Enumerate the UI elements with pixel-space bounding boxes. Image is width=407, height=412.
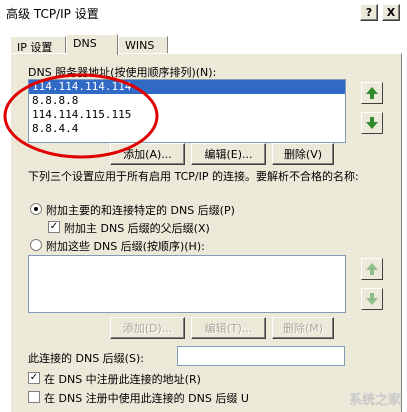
checkbox-parent-suffix[interactable]: ✓ — [48, 221, 60, 233]
dns-server-list-label: DNS 服务器地址(按使用顺序排列)(N): — [28, 66, 217, 79]
list-item[interactable]: 114.114.115.115 — [29, 108, 345, 122]
suffix-move-up-button[interactable] — [361, 258, 383, 280]
list-item[interactable]: 114.114.114.114 — [29, 80, 345, 94]
dns-edit-button[interactable]: 编辑(E)... — [191, 143, 266, 165]
tab-dns[interactable]: DNS — [66, 34, 118, 55]
checkbox-use-suffix-label: 在 DNS 注册中使用此连接的 DNS 后缀 U — [44, 392, 249, 405]
radio-primary-suffix-label: 附加主要的和连接特定的 DNS 后缀(P) — [46, 204, 235, 217]
connection-suffix-input[interactable] — [177, 346, 345, 366]
watermark-logo: 系统之家 — [348, 393, 401, 408]
suffix-edit-button[interactable]: 编辑(T)... — [191, 317, 266, 339]
connection-suffix-label: 此连接的 DNS 后缀(S): — [28, 352, 144, 365]
dns-add-button[interactable]: 添加(A)... — [110, 143, 185, 165]
arrow-down-icon — [366, 117, 378, 129]
checkbox-register-address-label: 在 DNS 中注册此连接的地址(R) — [44, 373, 201, 386]
help-button[interactable]: ? — [360, 4, 378, 21]
suffix-delete-button[interactable]: 删除(M) — [272, 317, 334, 339]
window-title: 高级 TCP/IP 设置 — [6, 7, 99, 21]
radio-these-suffixes[interactable] — [30, 239, 42, 251]
arrow-down-icon — [366, 293, 378, 305]
move-down-button[interactable] — [361, 112, 383, 134]
list-item[interactable]: 8.8.8.8 — [29, 94, 345, 108]
suffix-list[interactable] — [28, 255, 346, 313]
close-button[interactable]: X — [382, 4, 400, 21]
list-item[interactable]: 8.8.4.4 — [29, 122, 345, 136]
suffix-move-down-button[interactable] — [361, 288, 383, 310]
checkbox-register-address[interactable]: ✓ — [28, 372, 40, 384]
arrow-up-icon — [366, 263, 378, 275]
arrow-up-icon — [366, 87, 378, 99]
tab-wins[interactable]: WINS — [118, 36, 168, 54]
checkbox-parent-suffix-label: 附加主 DNS 后缀的父后缀(X) — [64, 222, 210, 235]
checkbox-use-suffix[interactable] — [28, 391, 40, 403]
radio-primary-suffix[interactable] — [30, 203, 42, 215]
suffix-add-button[interactable]: 添加(D)... — [110, 317, 185, 339]
suffix-description: 下列三个设置应用于所有启用 TCP/IP 的连接。要解析不合格的名称: — [28, 170, 359, 183]
tab-ip-settings[interactable]: IP 设置 — [10, 36, 66, 54]
dns-server-list[interactable]: 114.114.114.114 8.8.8.8 114.114.115.115 … — [28, 79, 346, 143]
title-bar: 高级 TCP/IP 设置 ? X — [0, 0, 407, 24]
dns-delete-button[interactable]: 删除(V) — [272, 143, 334, 165]
move-up-button[interactable] — [361, 82, 383, 104]
radio-these-suffixes-label: 附加这些 DNS 后缀(按顺序)(H): — [46, 240, 205, 253]
